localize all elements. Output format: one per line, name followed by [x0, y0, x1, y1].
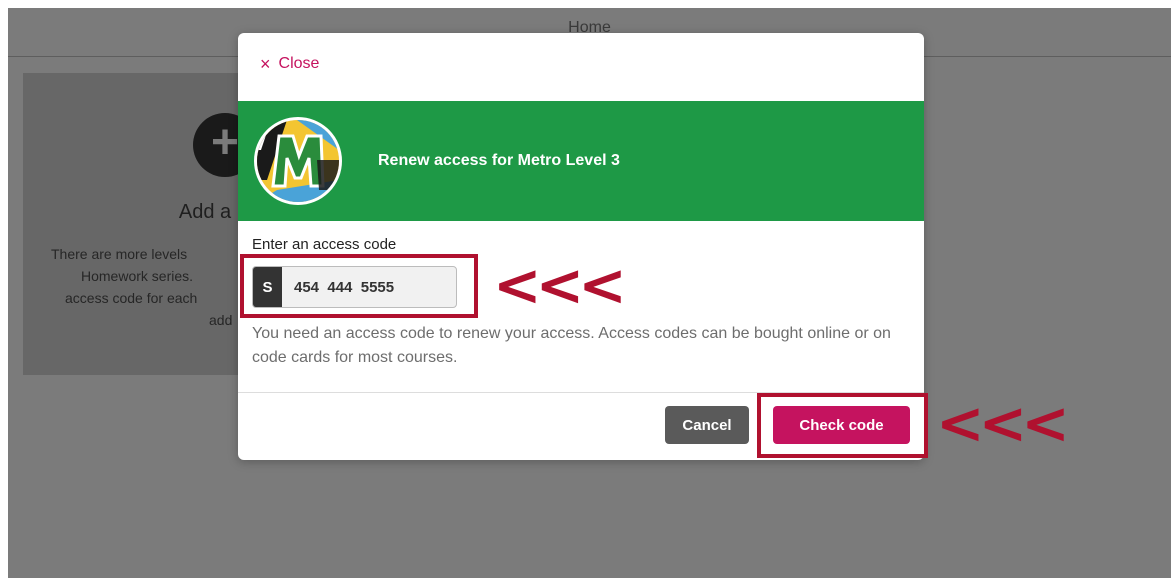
close-label: Close [278, 55, 320, 72]
annotation-arrows: <<< [936, 389, 1070, 457]
banner-title: Renew access for Metro Level 3 [378, 152, 620, 169]
highlight-box-code [240, 254, 478, 318]
close-button[interactable]: × Close [260, 55, 319, 73]
highlight-box-check [757, 393, 928, 458]
cancel-button[interactable]: Cancel [665, 406, 749, 444]
help-text: You need an access code to renew your ac… [252, 325, 891, 366]
access-code-label: Enter an access code [252, 236, 397, 253]
course-banner: Renew access for Metro Level 3 [238, 101, 924, 221]
annotation-arrows: <<< [493, 251, 627, 319]
close-icon: × [260, 54, 271, 74]
metro-logo-icon [254, 117, 342, 205]
